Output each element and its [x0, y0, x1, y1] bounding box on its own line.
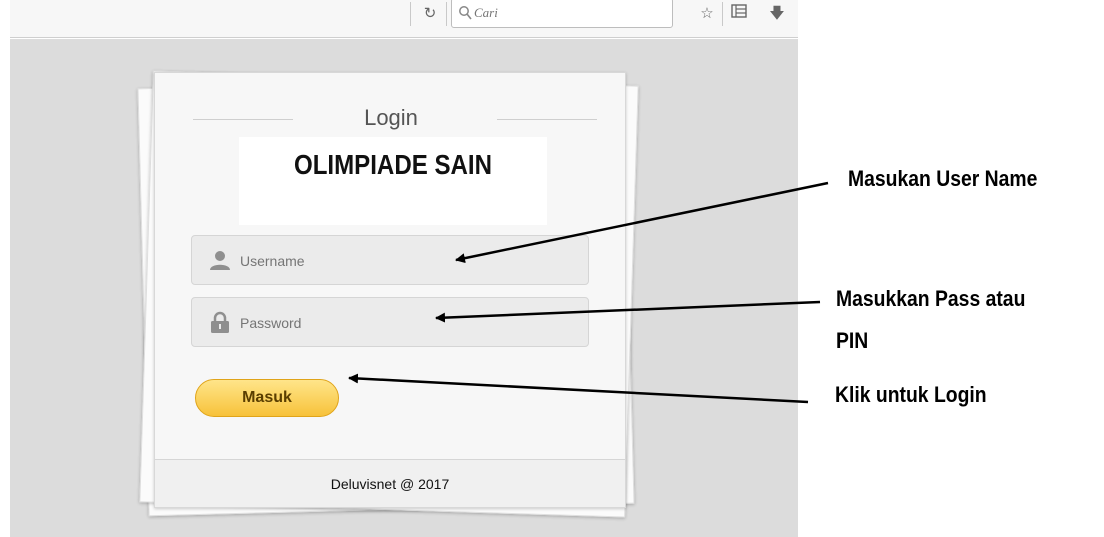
masuk-button[interactable]: Masuk [195, 379, 339, 417]
lock-icon [208, 310, 232, 334]
toolbar-separator [722, 2, 723, 26]
reading-list-icon[interactable] [728, 4, 750, 24]
annotation-username: Masukan User Name [848, 166, 1038, 191]
reload-icon[interactable]: ↻ [418, 4, 442, 24]
footer-text: Deluvisnet @ 2017 [330, 476, 450, 492]
annotation-login: Klik untuk Login [835, 382, 987, 407]
toolbar-separator [446, 2, 447, 26]
username-field[interactable] [191, 235, 589, 285]
password-field[interactable] [191, 297, 589, 347]
user-icon [208, 248, 232, 272]
annotation-password-line1: Masukkan Pass atau [836, 286, 1026, 311]
brand-title: OLIMPIADE SAIN [293, 149, 492, 180]
star-icon[interactable]: ☆ [696, 4, 718, 24]
login-card: Login OLIMPIADE SAIN Masuk Deluvisnet @ … [154, 72, 626, 508]
browser-toolbar: ↻ ☆ 🡇 [10, 0, 798, 38]
annotation-password: Masukkan Pass atau PIN [836, 284, 1091, 356]
search-box[interactable] [451, 0, 673, 28]
download-icon[interactable]: 🡇 [766, 4, 788, 24]
password-input[interactable] [240, 312, 570, 334]
search-icon [458, 5, 472, 23]
card-footer: Deluvisnet @ 2017 [155, 459, 625, 507]
brand-box: OLIMPIADE SAIN [239, 137, 547, 225]
search-input[interactable] [474, 3, 664, 23]
screenshot-stage: ↻ ☆ 🡇 Login OLIMPIADE SAIN [0, 0, 1104, 537]
toolbar-separator [410, 2, 411, 26]
login-title: Login [364, 105, 418, 130]
username-input[interactable] [240, 250, 570, 272]
annotation-password-line2: PIN [836, 328, 869, 353]
